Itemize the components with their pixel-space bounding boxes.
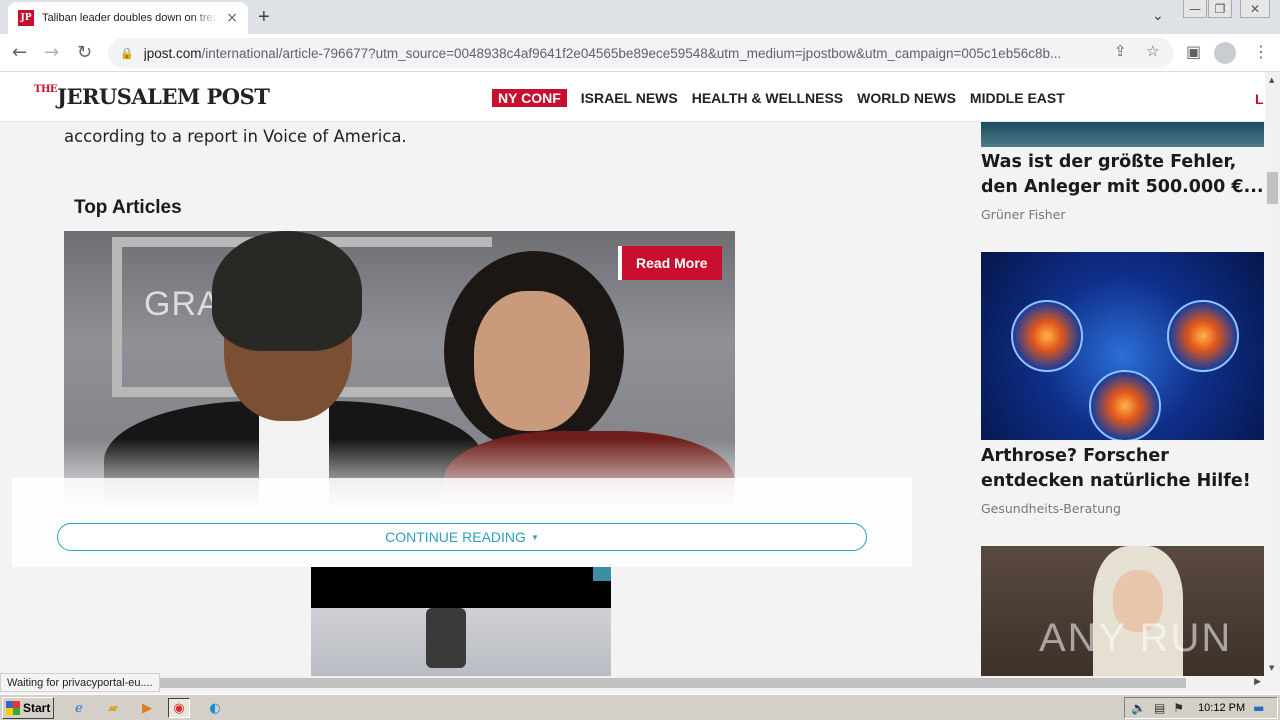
new-tab-button[interactable]: + [258, 6, 270, 29]
browser-toolbar: ← → ↻ 🔒 jpost.com/international/article-… [0, 34, 1280, 72]
nav-item-world-news[interactable]: WORLD NEWS [857, 90, 956, 106]
address-bar[interactable]: 🔒 jpost.com/international/article-796677… [108, 38, 1174, 68]
ie-icon[interactable]: ℯ [68, 698, 90, 718]
url-domain: jpost.com [143, 45, 202, 61]
ad-source-1[interactable]: Grüner Fisher [981, 207, 1066, 222]
tab-search-icon[interactable]: ⌄ [1152, 8, 1164, 24]
lock-icon[interactable]: 🔒 [120, 47, 134, 60]
taskbar: Start ℯ ▰ ▶ ◉ ◐ 🔈 ▤ ⚑ 10:12 PM ▬ [0, 694, 1280, 720]
close-window-button[interactable]: ✕ [1240, 0, 1270, 18]
tab-strip: JP Taliban leader doubles down on treat … [0, 0, 1280, 34]
status-bubble: Waiting for privacyportal-eu.... [0, 673, 160, 692]
show-desktop-icon[interactable]: ▬ [1253, 701, 1264, 715]
site-header: THEJERUSALEM POST NY CONF ISRAEL NEWS HE… [0, 72, 1265, 122]
caret-down-icon: ▼ [530, 532, 539, 542]
continue-reading-button[interactable]: CONTINUE READING ▼ [57, 523, 867, 551]
restore-button[interactable]: ❐ [1208, 0, 1232, 18]
jerusalem-post-logo[interactable]: THEJERUSALEM POST [34, 84, 270, 109]
clock[interactable]: 10:12 PM [1198, 702, 1245, 714]
profile-avatar[interactable] [1214, 42, 1236, 64]
ad-image-1[interactable] [981, 122, 1264, 147]
start-label: Start [23, 701, 51, 715]
scroll-up-icon[interactable]: ▲ [1269, 76, 1274, 84]
nav-item-cut-off[interactable]: L [1255, 91, 1264, 107]
photo-person-face-2 [474, 291, 590, 431]
ad-image-3[interactable]: ANY RUN [981, 546, 1264, 676]
forward-arrow-icon[interactable]: → [44, 42, 59, 63]
tab-title: Taliban leader doubles down on treat [42, 12, 218, 24]
ad-info-icon[interactable] [593, 567, 611, 581]
ad-joint-circle [1089, 370, 1161, 440]
ad-title-1[interactable]: Was ist der größte Fehler, den Anleger m… [981, 150, 1266, 200]
ad-joint-circle [1011, 300, 1083, 372]
volume-icon[interactable]: 🔈 [1131, 701, 1146, 715]
main-nav: NY CONF ISRAEL NEWS HEALTH & WELLNESS WO… [492, 89, 1065, 107]
read-more-button[interactable]: Read More [618, 246, 722, 280]
side-panel-icon[interactable]: ▣ [1186, 42, 1201, 61]
logo-the: THE [34, 84, 58, 95]
photo-person-hat [212, 231, 362, 351]
share-icon[interactable]: ⇪ [1114, 42, 1127, 60]
vertical-scrollbar[interactable]: ▲ ▼ [1265, 72, 1280, 676]
horizontal-scroll-thumb[interactable] [160, 678, 1186, 688]
ad-title-2[interactable]: Arthrose? Forscher entdecken natürliche … [981, 444, 1266, 494]
start-button[interactable]: Start [2, 697, 54, 719]
anyrun-watermark: ANY RUN [1039, 616, 1233, 660]
ad-joint-circle [1167, 300, 1239, 372]
jpost-favicon-icon: JP [18, 10, 34, 26]
nav-item-health-wellness[interactable]: HEALTH & WELLNESS [692, 90, 843, 106]
bookmark-star-icon[interactable]: ☆ [1146, 42, 1159, 60]
logo-main: JERUSALEM POST [57, 84, 270, 109]
video-figure [426, 608, 466, 668]
continue-reading-label: CONTINUE READING [385, 529, 526, 545]
windows-flag-icon [6, 701, 20, 715]
nav-item-ny-conf[interactable]: NY CONF [492, 89, 567, 107]
media-player-icon[interactable]: ▶ [136, 698, 158, 718]
url-path: /international/article-796677?utm_source… [201, 45, 1062, 61]
reload-icon[interactable]: ↻ [77, 42, 92, 63]
folder-icon[interactable]: ▰ [102, 698, 124, 718]
top-articles-heading: Top Articles [74, 197, 182, 218]
menu-kebab-icon[interactable]: ⋮ [1253, 42, 1269, 61]
system-tray: 🔈 ▤ ⚑ 10:12 PM ▬ [1124, 697, 1278, 719]
ad-image-2[interactable] [981, 252, 1264, 440]
minimize-button[interactable]: — [1183, 0, 1207, 18]
back-arrow-icon[interactable]: ← [12, 42, 27, 63]
horizontal-scrollbar[interactable]: ▶ [0, 676, 1265, 690]
edge-icon[interactable]: ◐ [204, 698, 226, 718]
ad-source-2[interactable]: Gesundheits-Beratung [981, 501, 1121, 516]
video-ad[interactable] [311, 567, 611, 676]
url-text[interactable]: jpost.com/international/article-796677?u… [144, 46, 1104, 61]
network-icon[interactable]: ▤ [1154, 701, 1165, 715]
scroll-right-icon[interactable]: ▶ [1254, 677, 1261, 687]
chrome-icon[interactable]: ◉ [168, 698, 190, 718]
nav-item-israel-news[interactable]: ISRAEL NEWS [581, 90, 678, 106]
vertical-scroll-thumb[interactable] [1267, 172, 1278, 204]
tab-close-icon[interactable]: × [226, 10, 238, 26]
flag-icon[interactable]: ⚑ [1173, 701, 1184, 715]
nav-item-middle-east[interactable]: MIDDLE EAST [970, 90, 1065, 106]
article-paragraph: according to a report in Voice of Americ… [64, 127, 407, 146]
scroll-down-icon[interactable]: ▼ [1269, 664, 1274, 672]
browser-tab[interactable]: JP Taliban leader doubles down on treat … [8, 2, 248, 34]
